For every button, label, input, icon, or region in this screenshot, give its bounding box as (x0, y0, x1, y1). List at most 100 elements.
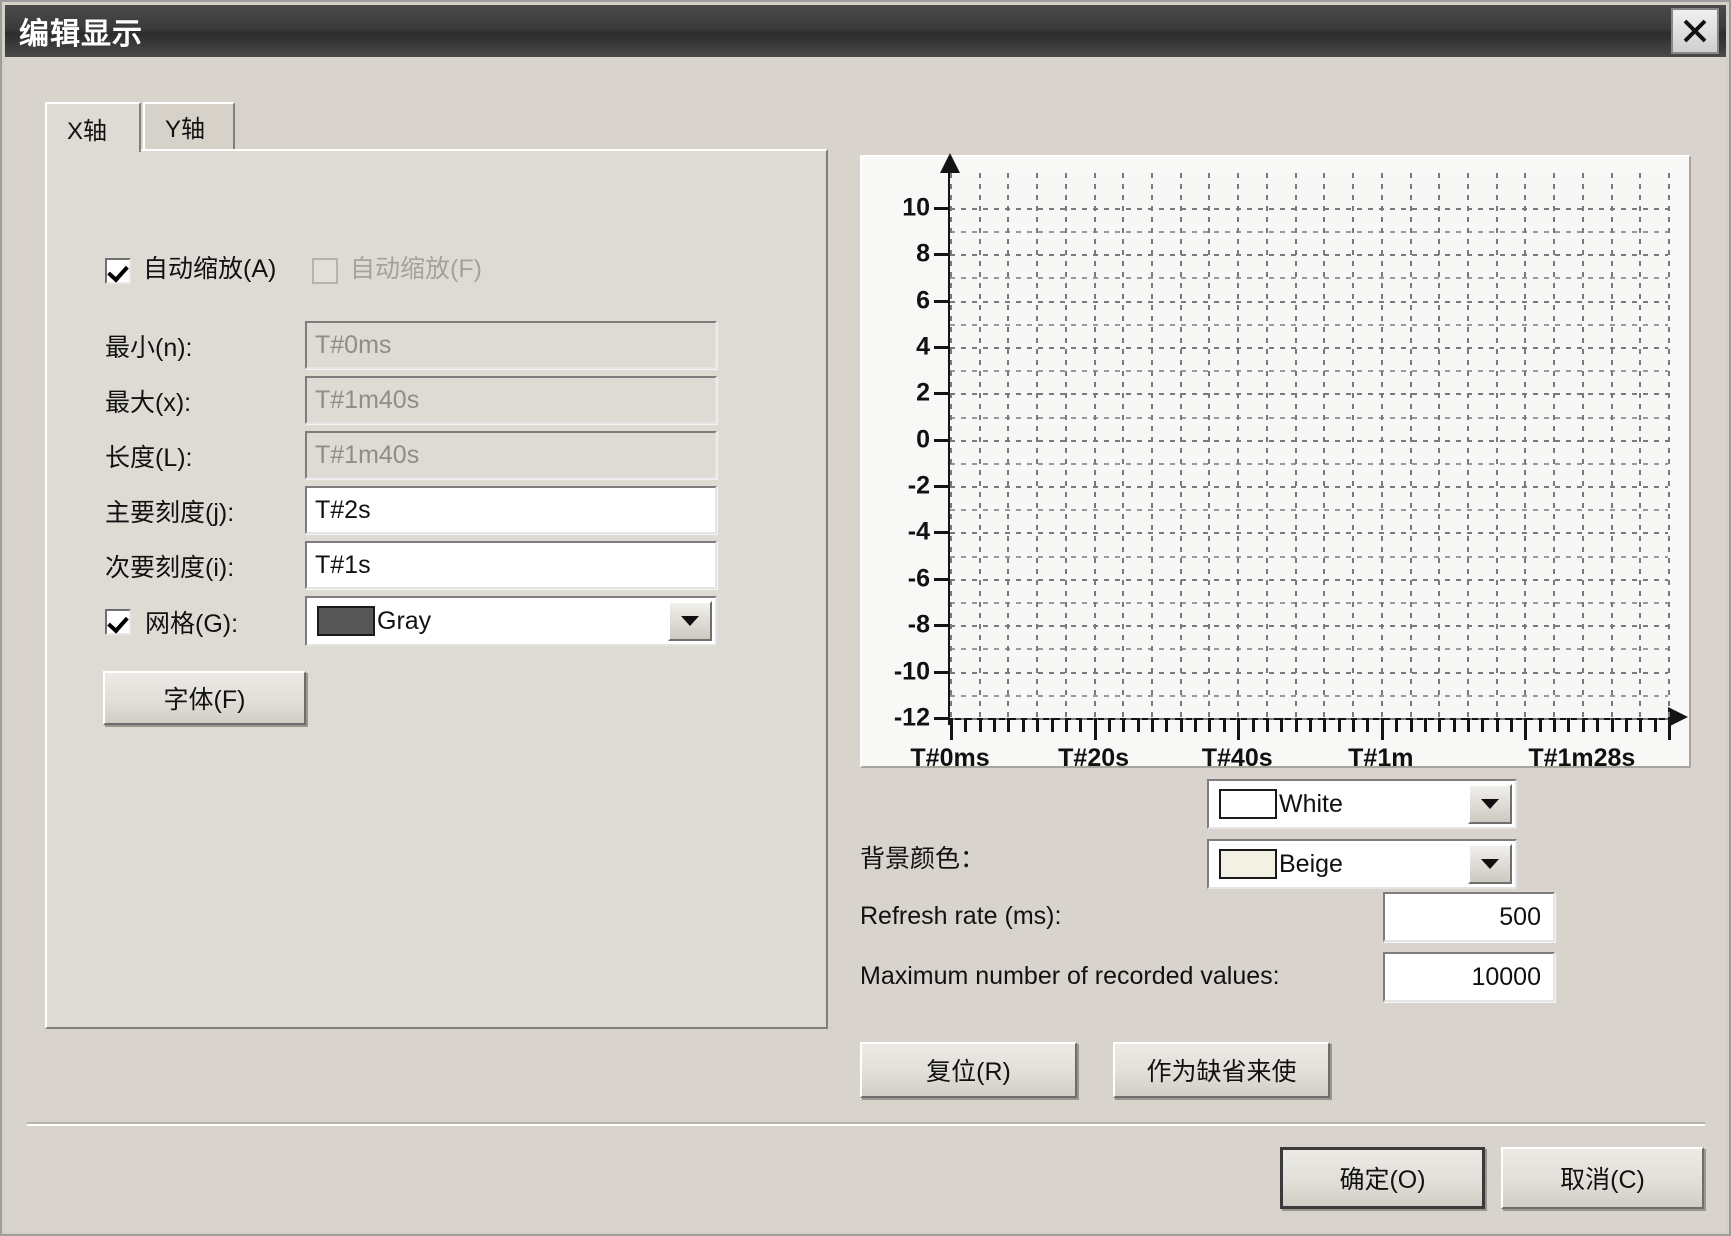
x-axis-tick (1064, 718, 1068, 732)
x-axis-tick (1653, 718, 1657, 732)
gridline-vertical (1524, 173, 1527, 718)
x-axis-tick (1151, 718, 1155, 732)
y-axis-tick (934, 253, 950, 257)
gridline-vertical (1265, 173, 1268, 718)
foreground-color-name: White (1279, 789, 1343, 818)
gridline-horizontal-minor (950, 509, 1668, 512)
y-axis-tick-label: -8 (907, 610, 930, 639)
gridline-vertical (1581, 173, 1584, 718)
x-axis-tick (1194, 718, 1198, 732)
grid-label: 网格(G): (145, 610, 239, 638)
x-axis-tick (1179, 718, 1183, 732)
close-button[interactable] (1671, 8, 1719, 54)
edit-display-dialog: 编辑显示 X轴 Y轴 自动缩放(A) 自动缩放(F) 最小(n): T#0ms … (0, 0, 1731, 1236)
autoscale-a-checkbox[interactable] (105, 258, 131, 284)
grid-checkbox[interactable] (105, 609, 131, 635)
gridline-horizontal (950, 671, 1668, 674)
y-axis-tick (934, 531, 950, 535)
y-axis-tick (934, 577, 950, 581)
x-axis-tick-label: T#1m (1348, 744, 1414, 772)
x-axis-tick (1093, 718, 1097, 740)
x-axis-tick (1510, 718, 1514, 732)
y-axis-tick-label: 10 (902, 193, 930, 222)
gridline-horizontal (950, 254, 1668, 257)
grid-row: 网格(G): (105, 604, 238, 640)
length-input[interactable]: T#1m40s (305, 431, 717, 479)
major-tick-input[interactable]: T#2s (305, 486, 717, 534)
gridline-vertical (1438, 173, 1441, 718)
set-as-default-button[interactable]: 作为缺省来使 (1113, 1042, 1330, 1098)
gridline-vertical (1380, 173, 1383, 718)
x-axis-tick-label: T#40s (1201, 744, 1273, 772)
x-axis-tick (1567, 718, 1571, 732)
length-label: 长度(L): (105, 444, 193, 472)
gridline-horizontal (950, 207, 1668, 210)
gridline-horizontal (950, 486, 1668, 489)
x-axis-tick (1007, 718, 1011, 732)
min-label: 最小(n): (105, 334, 193, 362)
gridline-horizontal-minor (950, 277, 1668, 280)
gridline-vertical (1036, 173, 1039, 718)
x-axis-tick (950, 718, 953, 740)
foreground-color-combo[interactable]: White (1207, 779, 1517, 829)
x-axis-tick (1581, 718, 1585, 732)
y-axis-tick (934, 670, 950, 674)
gridline-vertical (1151, 173, 1154, 718)
ok-button[interactable]: 确定(O) (1280, 1147, 1485, 1209)
y-axis-tick (934, 299, 950, 303)
refresh-rate-input[interactable]: 500 (1383, 892, 1555, 942)
x-axis-tick (1165, 718, 1169, 732)
x-axis-settings-panel: 自动缩放(A) 自动缩放(F) 最小(n): T#0ms 最大(x): T#1m… (45, 149, 828, 1029)
gridline-horizontal-minor (950, 694, 1668, 697)
font-button[interactable]: 字体(F) (103, 671, 306, 725)
y-axis-tick-label: 0 (916, 425, 930, 454)
chevron-down-icon[interactable] (668, 601, 712, 641)
x-axis-tick (1624, 718, 1628, 732)
max-input[interactable]: T#1m40s (305, 376, 717, 424)
gridline-horizontal (950, 346, 1668, 349)
gridline-horizontal (950, 439, 1668, 442)
x-axis-tick (1452, 718, 1456, 732)
y-axis-tick-label: 8 (916, 239, 930, 268)
x-axis-arrow-icon (1668, 707, 1688, 727)
y-axis-tick (934, 438, 950, 442)
x-axis-tick (1438, 718, 1442, 732)
autoscale-f-checkbox[interactable] (312, 258, 338, 284)
grid-color-name: Gray (377, 606, 432, 635)
tab-x-axis-label: X轴 (67, 117, 108, 145)
gridline-horizontal (950, 532, 1668, 535)
x-axis-tick (1222, 718, 1226, 732)
x-axis-tick (978, 718, 982, 732)
min-input[interactable]: T#0ms (305, 321, 717, 369)
tab-x-axis[interactable]: X轴 (45, 102, 141, 152)
length-label-row: 长度(L): (105, 438, 193, 474)
background-color-combo[interactable]: Beige (1207, 839, 1517, 889)
gridline-horizontal-minor (950, 323, 1668, 326)
max-values-input[interactable]: 10000 (1383, 952, 1555, 1002)
x-axis-tick (1466, 718, 1470, 732)
y-axis-arrow-icon (940, 153, 960, 173)
dialog-body: X轴 Y轴 自动缩放(A) 自动缩放(F) 最小(n): T#0ms 最大(x)… (5, 57, 1726, 1232)
reset-button[interactable]: 复位(R) (860, 1042, 1077, 1098)
autoscale-f-row: 自动缩放(F) (312, 256, 560, 286)
y-axis-tick (934, 345, 950, 349)
cancel-button[interactable]: 取消(C) (1501, 1147, 1704, 1209)
gridline-vertical (1064, 173, 1067, 718)
chevron-down-icon[interactable] (1468, 784, 1512, 824)
gridline-horizontal (950, 578, 1668, 581)
y-axis-tick-label: -6 (907, 564, 930, 593)
tab-y-axis[interactable]: Y轴 (143, 102, 235, 149)
x-axis-tick (993, 718, 997, 732)
gridline-vertical (1668, 173, 1670, 718)
chart-plot-area (950, 173, 1670, 720)
chevron-down-icon[interactable] (1468, 844, 1512, 884)
foreground-color-swatch (1219, 789, 1277, 819)
gridline-vertical (1323, 173, 1326, 718)
gridline-horizontal-minor (950, 648, 1668, 651)
minor-tick-input[interactable]: T#1s (305, 541, 717, 589)
gridline-vertical (1639, 173, 1642, 718)
gridline-vertical (1237, 173, 1240, 718)
y-axis-tick-label: -4 (907, 517, 930, 546)
x-axis-tick (1107, 718, 1111, 732)
grid-color-combo[interactable]: Gray (305, 596, 717, 646)
